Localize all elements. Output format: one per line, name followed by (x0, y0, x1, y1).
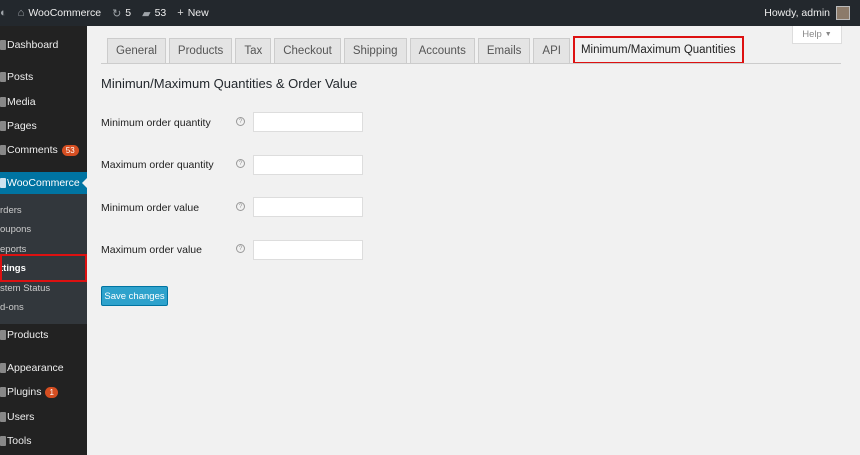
woocommerce-icon (0, 178, 6, 188)
sidebar-item-label: Plugins (7, 386, 42, 398)
settings-tabs: General Products Tax Checkout Shipping A… (107, 36, 747, 64)
sidebar-item-label: Tools (7, 435, 32, 447)
admin-bar: ◐ ⌂ WooCommerce ↻ 5 ▰ 53 + New Howdy, ad… (0, 0, 860, 26)
help-icon[interactable]: ? (236, 202, 245, 211)
updates-count: 5 (125, 7, 132, 19)
new-content-link[interactable]: + New (177, 7, 208, 19)
tab-products[interactable]: Products (168, 38, 233, 63)
help-icon[interactable]: ? (236, 117, 245, 126)
dashboard-icon (0, 40, 6, 50)
max-order-value-input[interactable] (253, 240, 363, 260)
help-tab-button[interactable]: Help ▼ (792, 26, 842, 44)
sidebar-item-plugins[interactable]: Plugins 1 (0, 382, 58, 402)
sidebar-item-label: Pages (7, 120, 37, 132)
help-label: Help (802, 29, 822, 40)
appearance-icon (0, 363, 6, 373)
sidebar-item-label: Media (7, 96, 36, 108)
sidebar-item-label: Dashboard (7, 39, 59, 51)
field-label-min-quantity: Minimum order quantity (101, 117, 211, 129)
sidebar-item-appearance[interactable]: Appearance (0, 358, 64, 378)
help-icon[interactable]: ? (236, 159, 245, 168)
plugins-icon (0, 387, 6, 397)
active-arrow (82, 177, 88, 189)
sidebar-item-woocommerce[interactable]: WooCommerce (0, 173, 80, 193)
sidebar-item-tools[interactable]: Tools (0, 431, 32, 451)
field-label-min-value: Minimum order value (101, 202, 200, 214)
site-name-link[interactable]: ⌂ WooCommerce (18, 7, 101, 19)
max-order-quantity-input[interactable] (253, 155, 363, 175)
comments-link[interactable]: ▰ 53 (142, 7, 166, 20)
greeting: Howdy, admin (764, 7, 830, 19)
page-title: Minimun/Maximum Quantities & Order Value (101, 76, 358, 91)
chevron-down-icon: ▼ (824, 31, 832, 38)
submenu-orders[interactable]: rders (0, 202, 22, 218)
submenu-add-ons[interactable]: d-ons (0, 299, 24, 315)
tools-icon (0, 436, 6, 446)
min-order-value-input[interactable] (253, 197, 363, 217)
min-order-quantity-input[interactable] (253, 112, 363, 132)
sidebar-item-posts[interactable]: Posts (0, 67, 33, 87)
tab-shipping[interactable]: Shipping (343, 38, 407, 63)
posts-icon (0, 72, 6, 82)
new-label: New (187, 7, 209, 19)
sidebar-item-media[interactable]: Media (0, 92, 36, 112)
wordpress-logo[interactable]: ◐ (0, 7, 7, 19)
wordpress-icon: ◐ (0, 7, 7, 19)
tab-min-max-quantities[interactable]: Minimum/Maximum Quantities (572, 36, 744, 64)
sidebar-item-label: Products (7, 329, 49, 341)
updates-link[interactable]: ↻ 5 (112, 7, 131, 20)
comments-badge: 53 (61, 144, 79, 156)
submenu-coupons[interactable]: oupons (0, 221, 31, 237)
sidebar-item-label: Appearance (7, 362, 64, 374)
admin-sidebar: Dashboard Posts Media Pages Comments 53 … (0, 26, 88, 455)
settings-highlight-box (0, 254, 87, 282)
tab-general[interactable]: General (107, 38, 166, 63)
sidebar-item-products[interactable]: Products (0, 325, 48, 345)
home-icon: ⌂ (17, 7, 25, 19)
media-icon (0, 97, 6, 107)
sidebar-item-label: WooCommerce (7, 177, 80, 189)
plus-icon: + (177, 7, 184, 19)
products-icon (0, 330, 6, 340)
avatar (836, 6, 850, 20)
tab-divider (101, 63, 841, 64)
tab-api[interactable]: API (533, 38, 570, 63)
save-changes-button[interactable]: Save changes (101, 286, 168, 306)
sidebar-item-label: Posts (7, 71, 34, 83)
sidebar-item-label: Users (7, 411, 35, 423)
tab-accounts[interactable]: Accounts (409, 38, 475, 63)
submenu-system-status[interactable]: stem Status (0, 280, 50, 296)
tab-tax[interactable]: Tax (235, 38, 272, 63)
updates-icon: ↻ (112, 7, 122, 20)
comment-icon: ▰ (142, 7, 151, 20)
account-menu[interactable]: Howdy, admin (764, 0, 850, 26)
tab-checkout[interactable]: Checkout (274, 38, 341, 63)
plugins-badge: 1 (45, 386, 58, 398)
field-label-max-value: Maximum order value (101, 244, 202, 256)
sidebar-item-dashboard[interactable]: Dashboard (0, 35, 58, 55)
field-label-max-quantity: Maximum order quantity (101, 159, 214, 171)
pages-icon (0, 121, 6, 131)
tab-emails[interactable]: Emails (477, 38, 531, 63)
comments-icon (0, 145, 6, 155)
sidebar-item-comments[interactable]: Comments 53 (0, 140, 79, 160)
sidebar-item-label: Comments (7, 144, 58, 156)
comments-count: 53 (154, 7, 167, 19)
help-icon[interactable]: ? (236, 244, 245, 253)
site-name: WooCommerce (28, 7, 102, 19)
users-icon (0, 412, 6, 422)
sidebar-item-users[interactable]: Users (0, 407, 34, 427)
sidebar-item-pages[interactable]: Pages (0, 116, 37, 136)
